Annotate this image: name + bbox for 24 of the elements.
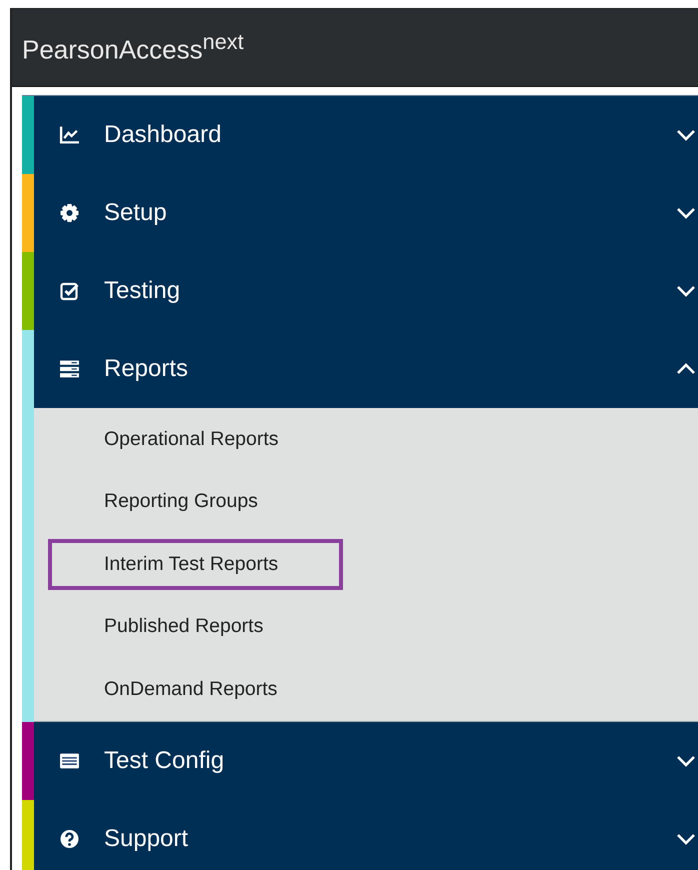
chevron-down-icon [676, 754, 696, 766]
menu-item[interactable]: Test Config [34, 722, 698, 800]
submenu-link[interactable]: OnDemand Reports [48, 664, 342, 715]
chevron-down-icon [676, 285, 696, 297]
menu-item[interactable]: Testing [34, 252, 698, 330]
menu-item[interactable]: Dashboard [34, 96, 698, 174]
chevron-down-icon [676, 832, 696, 844]
gear-icon [59, 203, 80, 223]
chevron-up-icon [676, 363, 696, 375]
chart-icon [59, 125, 80, 145]
question-icon [59, 828, 80, 848]
chevron-down-icon [676, 129, 696, 141]
submenu-link[interactable]: Published Reports [48, 601, 328, 652]
brand-title: PearsonAccess$^{next}$ [22, 29, 244, 66]
menu-item[interactable]: Reports [34, 330, 698, 408]
chevron-down-icon [676, 207, 696, 219]
submenu-link[interactable]: Reporting Groups [48, 476, 323, 528]
submenu-link[interactable]: Operational Reports [48, 414, 344, 465]
submenu-link[interactable]: Interim Test Reports [48, 538, 344, 590]
server-icon [59, 359, 80, 379]
menu-item[interactable]: Support [34, 800, 698, 870]
list-icon [59, 750, 80, 770]
checkbox-icon [59, 281, 80, 301]
menu-item[interactable]: Setup [34, 174, 698, 252]
